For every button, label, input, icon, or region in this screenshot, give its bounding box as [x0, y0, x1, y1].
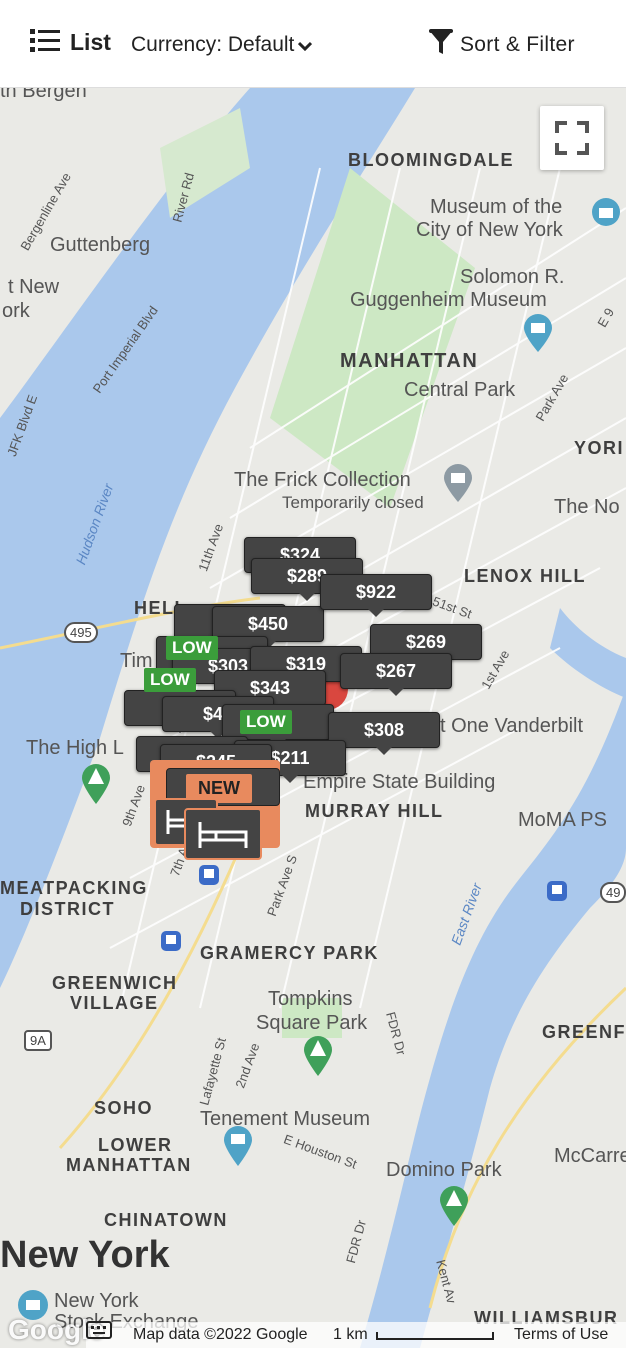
subway-icon [199, 865, 219, 885]
map-label-murray-hill: MURRAY HILL [305, 801, 444, 821]
map-label-soho: SOHO [94, 1098, 154, 1118]
fullscreen-button[interactable] [540, 106, 604, 170]
chevron-down-icon [298, 33, 313, 57]
map-label-chinatown: CHINATOWN [104, 1210, 228, 1230]
list-label: List [70, 29, 111, 55]
map-label-lenox-hill: LENOX HILL [464, 566, 586, 586]
map-footer: Google Map data ©2022 Google 1 km Terms … [0, 1314, 626, 1348]
map-label-meatpacking-1: MEATPACKING [0, 878, 148, 898]
terms-link[interactable]: Terms of Use [514, 1326, 608, 1344]
map-label-museum-1: Museum of the [430, 196, 563, 218]
map-label-frick-status: Temporarily closed [282, 493, 424, 512]
scale-bar [376, 1332, 494, 1340]
low-price-tag: LOW [144, 668, 196, 692]
map-data-credit: Map data ©2022 Google [133, 1326, 308, 1343]
map-label-bloomingdale: BLOOMINGDALE [348, 150, 514, 170]
top-toolbar: List Currency: Default Sort & Filter [0, 0, 626, 88]
hotel-pin[interactable] [184, 808, 262, 860]
subway-icon [547, 881, 567, 901]
map-label-one-vanderbilt: t One Vanderbilt [440, 715, 584, 737]
map-label-the-no: The No [554, 496, 620, 518]
fullscreen-icon [555, 121, 589, 155]
price-pin[interactable]: $922 [320, 574, 432, 617]
list-icon [30, 28, 60, 57]
map-view[interactable]: th Bergen Guttenberg t New ork BLOOMINGD… [0, 88, 626, 1348]
map-label-guggenheim-1: Solomon R. [460, 266, 565, 288]
museum-pin-icon [524, 314, 552, 352]
map-label-guggenheim-2: Guggenheim Museum [350, 289, 547, 311]
map-label-high-line: The High L [26, 737, 124, 759]
scale-label: 1 km [333, 1326, 368, 1343]
sort-filter-label: Sort & Filter [460, 33, 575, 56]
map-label-ny-exchange-1: New York [54, 1290, 139, 1312]
map-label-greenwich-2: VILLAGE [70, 993, 159, 1013]
map-label-central-park: Central Park [404, 379, 516, 401]
map-label-gramercy: GRAMERCY PARK [200, 943, 379, 963]
map-label-greenwich-1: GREENWICH [52, 973, 178, 993]
map-label-bergen: th Bergen [0, 88, 87, 102]
currency-dropdown[interactable]: Currency: Default [131, 33, 313, 57]
map-label-lower-manhattan-1: LOWER [98, 1135, 173, 1155]
map-label-tompkins-1: Tompkins [268, 988, 353, 1010]
map-label-domino: Domino Park [386, 1159, 502, 1181]
map-label-greenpoint: GREENF [542, 1022, 626, 1042]
filter-icon [428, 28, 454, 62]
tompkins-tree-icon [304, 1036, 332, 1076]
map-label-lower-manhattan-2: MANHATTAN [66, 1155, 192, 1175]
map-label-moma: MoMA PS [518, 809, 607, 831]
subway-icon [161, 931, 181, 951]
price-pin[interactable]: $267 [340, 653, 452, 696]
map-label-guttenberg: Guttenberg [50, 234, 151, 256]
sort-filter-button[interactable]: Sort & Filter [428, 28, 575, 62]
map-label-mccarren: McCarren [554, 1145, 626, 1167]
domino-tree-icon [440, 1186, 468, 1226]
route-shield-49: 49 [600, 882, 626, 903]
map-label-meatpacking-2: DISTRICT [20, 899, 115, 919]
keyboard-icon[interactable] [86, 1321, 112, 1344]
bed-icon [198, 822, 248, 848]
frick-pin-icon [444, 464, 472, 502]
map-label-west-new-york-2: ork [2, 300, 30, 322]
currency-label: Currency: Default [131, 33, 295, 56]
low-price-tag: LOW [240, 710, 292, 734]
tenement-pin-icon [224, 1126, 252, 1166]
park-tree-icon [82, 764, 110, 804]
route-shield-495: 495 [64, 622, 98, 643]
map-label-west-new-york-1: t New [8, 276, 60, 298]
route-shield-9a: 9A [24, 1030, 52, 1051]
list-view-button[interactable]: List [30, 28, 111, 57]
map-label-museum-2: City of New York [416, 219, 563, 241]
map-label-tompkins-2: Square Park [256, 1012, 368, 1034]
museum-icon [592, 198, 620, 226]
low-price-tag: LOW [166, 636, 218, 660]
map-label-manhattan: MANHATTAN [340, 350, 479, 372]
map-label-frick: The Frick Collection [234, 469, 411, 491]
map-label-new-york: New York [0, 1234, 170, 1276]
map-label-york: YORI [574, 438, 625, 458]
